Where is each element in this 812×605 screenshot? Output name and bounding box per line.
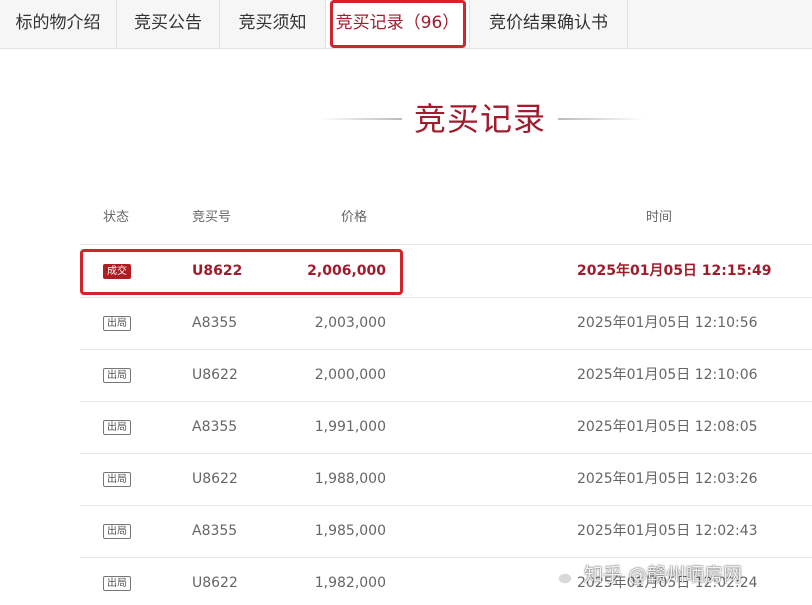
price-cell: 1,991,000 xyxy=(314,419,386,435)
bidder-id-cell: U8622 xyxy=(192,471,238,487)
table-row: 出局 A8355 1,991,000 2025年01月05日 12:08:05 xyxy=(80,401,812,454)
watermark: 知乎 @赣州晒房网 xyxy=(548,558,808,592)
table-row: 出局 U8622 2,000,000 2025年01月05日 12:10:06 xyxy=(80,349,812,402)
time-cell: 2025年01月05日 12:10:56 xyxy=(577,315,758,331)
title-divider-right xyxy=(558,118,644,120)
price-cell: 1,982,000 xyxy=(314,575,386,591)
bidder-id-cell: U8622 xyxy=(192,575,238,591)
tab-bar: 标的物介绍 竞买公告 竞买须知 竞买记录（96） 竞价结果确认书 xyxy=(0,0,812,49)
tab-item-intro[interactable]: 标的物介绍 xyxy=(0,0,117,48)
table-row: 成交 U8622 2,006,000 2025年01月05日 12:15:49 xyxy=(80,245,812,298)
status-cell: 出局 xyxy=(103,401,131,453)
time-cell: 2025年01月05日 12:02:43 xyxy=(577,523,758,539)
price-cell: 2,003,000 xyxy=(314,315,386,331)
status-cell: 出局 xyxy=(103,297,131,349)
time-cell: 2025年01月05日 12:08:05 xyxy=(577,419,758,435)
auction-records-page: 标的物介绍 竞买公告 竞买须知 竞买记录（96） 竞价结果确认书 竞买记录 状态… xyxy=(0,0,812,605)
section-title-wrap: 竞买记录 xyxy=(0,92,812,148)
time-cell: 2025年01月05日 12:03:26 xyxy=(577,471,758,487)
status-cell: 出局 xyxy=(103,557,131,605)
bidder-id-cell: U8622 xyxy=(192,263,243,279)
table-row: 出局 U8622 1,988,000 2025年01月05日 12:03:26 xyxy=(80,453,812,506)
watermark-text: 知乎 @赣州晒房网 xyxy=(584,564,743,586)
price-cell: 2,000,000 xyxy=(314,367,386,383)
status-badge: 成交 xyxy=(103,263,131,279)
status-badge: 出局 xyxy=(103,575,131,591)
title-divider-left xyxy=(318,118,402,120)
wechat-icon xyxy=(548,565,573,585)
price-cell: 1,985,000 xyxy=(314,523,386,539)
time-cell: 2025年01月05日 12:10:06 xyxy=(577,367,758,383)
header-bidder-id: 竞买号 xyxy=(192,210,232,225)
tab-announcement[interactable]: 竞买公告 xyxy=(117,0,220,48)
bidder-id-cell: A8355 xyxy=(192,523,238,539)
header-price: 价格 xyxy=(340,210,367,225)
tab-notice[interactable]: 竞买须知 xyxy=(220,0,326,48)
bidder-id-cell: A8355 xyxy=(192,315,238,331)
status-cell: 出局 xyxy=(103,505,131,557)
status-cell: 出局 xyxy=(103,453,131,505)
section-title: 竞买记录 xyxy=(413,100,546,138)
status-badge: 出局 xyxy=(103,419,131,435)
tab-bid-records[interactable]: 竞买记录（96） xyxy=(326,0,470,48)
bidder-id-cell: A8355 xyxy=(192,419,238,435)
status-badge: 出局 xyxy=(103,471,131,487)
status-cell: 成交 xyxy=(103,245,131,297)
table-row: 出局 A8355 2,003,000 2025年01月05日 12:10:56 xyxy=(80,297,812,350)
status-badge: 出局 xyxy=(103,367,131,383)
status-badge: 出局 xyxy=(103,315,131,331)
status-cell: 出局 xyxy=(103,349,131,401)
time-cell: 2025年01月05日 12:15:49 xyxy=(577,263,772,279)
table-row: 出局 A8355 1,985,000 2025年01月05日 12:02:43 xyxy=(80,505,812,558)
price-cell: 1,988,000 xyxy=(314,471,386,487)
tab-result-confirmation[interactable]: 竞价结果确认书 xyxy=(470,0,628,48)
table-header: 状态 竞买号 价格 时间 xyxy=(80,200,812,245)
status-badge: 出局 xyxy=(103,523,131,539)
header-status: 状态 xyxy=(103,210,130,225)
header-time: 时间 xyxy=(646,210,673,225)
price-cell: 2,006,000 xyxy=(307,263,386,279)
bidder-id-cell: U8622 xyxy=(192,367,238,383)
